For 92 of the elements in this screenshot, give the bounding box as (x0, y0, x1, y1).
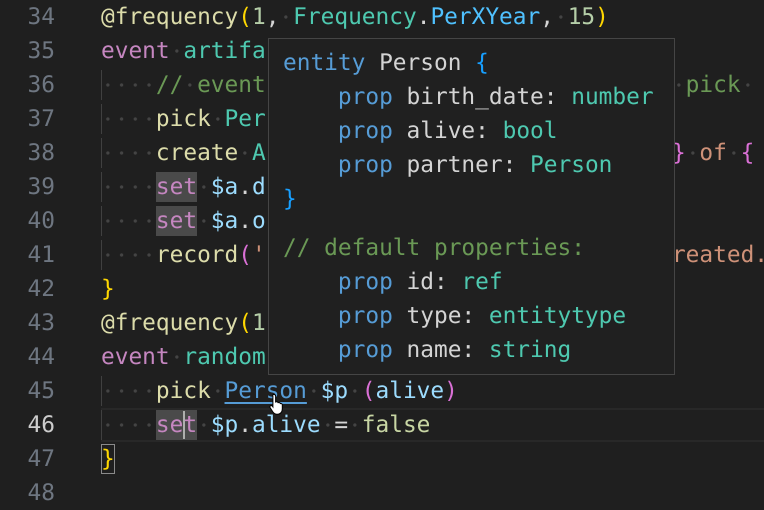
type-name: string (488, 336, 572, 365)
code-text: partner: (406, 151, 516, 180)
function-name: record (156, 241, 238, 270)
keyword: event (101, 343, 170, 372)
matched-bracket: } (101, 444, 115, 474)
keyword: entity (283, 49, 366, 78)
line-number: 45 (26, 377, 56, 406)
line-number: 42 (26, 275, 56, 304)
number-literal: 15 (568, 3, 596, 32)
type-name: bool (502, 117, 558, 146)
bracket: } (101, 275, 115, 304)
code-text: type: (406, 302, 476, 331)
keyword: prop (338, 268, 393, 297)
variable-name: $p (210, 411, 238, 440)
code-text: . (238, 411, 252, 440)
constant-name: PerXYear (430, 3, 540, 32)
line-number: 47 (26, 445, 56, 474)
string-literal: of (699, 139, 727, 168)
highlighted-keyword: set (156, 206, 198, 236)
function-name: @frequency (101, 309, 238, 338)
variable-name: $p (320, 377, 348, 406)
bracket: { (740, 139, 754, 168)
type-name: Person (530, 151, 612, 180)
line-number: 34 (26, 3, 56, 32)
bracket: ( (238, 3, 252, 32)
code-text: name: (406, 336, 476, 365)
line-number: 43 (26, 309, 56, 338)
code-text: id: (406, 268, 448, 297)
variable-name: $a (210, 207, 238, 236)
function-name: pick (156, 377, 211, 406)
line-number: 39 (26, 173, 56, 202)
type-name: Frequency (293, 3, 417, 32)
keyword: prop (338, 302, 393, 331)
variable-name: d (252, 173, 266, 202)
variable-name: alive (252, 411, 321, 440)
keyword: prop (338, 83, 393, 112)
type-name: entitytype (488, 302, 626, 331)
number-literal: 1 (252, 3, 266, 32)
keyword: prop (338, 336, 393, 365)
boolean-literal: false (362, 411, 430, 440)
type-name: A (252, 139, 266, 168)
code-text: = (334, 411, 348, 440)
keyword: event (101, 37, 170, 66)
bracket: } (672, 139, 686, 168)
type-name: ref (461, 268, 503, 297)
keyword: prop (338, 117, 393, 146)
line-number: 41 (26, 241, 56, 270)
string-literal: reated. (672, 241, 764, 270)
type-name: number (571, 83, 654, 112)
keyword: prop (338, 151, 393, 180)
variable-name: alive (376, 377, 444, 406)
code-text: . (416, 3, 430, 32)
line-number: 44 (26, 343, 56, 372)
code-text: , (266, 3, 280, 32)
code-comment: pick (686, 71, 741, 100)
highlighted-keyword: se (156, 410, 184, 440)
bracket: ( (362, 377, 376, 406)
bracket: ) (595, 3, 609, 32)
bracket: ) (444, 377, 458, 406)
number-literal: 1 (252, 309, 266, 338)
line-number: 46 (26, 411, 56, 440)
line-number: 38 (26, 139, 56, 168)
code-text: . (238, 173, 252, 202)
line-number: 48 (26, 479, 56, 508)
type-name: artifa (183, 37, 266, 66)
code-text: alive: (406, 117, 489, 146)
code-comment: // (156, 71, 184, 100)
line-number: 37 (26, 105, 56, 134)
code-comment: // default properties: (283, 234, 585, 263)
bracket: { (475, 49, 489, 78)
code-text: . (238, 207, 252, 236)
text-cursor (183, 411, 186, 439)
type-name: random (183, 343, 266, 372)
line-number: 36 (26, 71, 56, 100)
bracket: } (283, 185, 297, 214)
line-number: 40 (26, 207, 56, 236)
variable-name: o (252, 207, 266, 236)
code-text: birth_date: (406, 83, 558, 112)
highlighted-keyword: set (156, 172, 198, 202)
code-text: Person (379, 49, 462, 78)
function-name: @frequency (101, 3, 238, 32)
bracket: ( (238, 309, 252, 338)
variable-name: $a (210, 173, 238, 202)
line-number: 35 (26, 37, 56, 66)
bracket: ( (238, 241, 252, 270)
function-name: create (156, 139, 238, 168)
function-name: pick (156, 105, 211, 134)
type-name: Per (224, 105, 266, 134)
type-link[interactable]: Person (224, 376, 307, 406)
string-literal: ' (252, 241, 266, 270)
code-text: , (540, 3, 554, 32)
code-comment: event (197, 71, 266, 100)
